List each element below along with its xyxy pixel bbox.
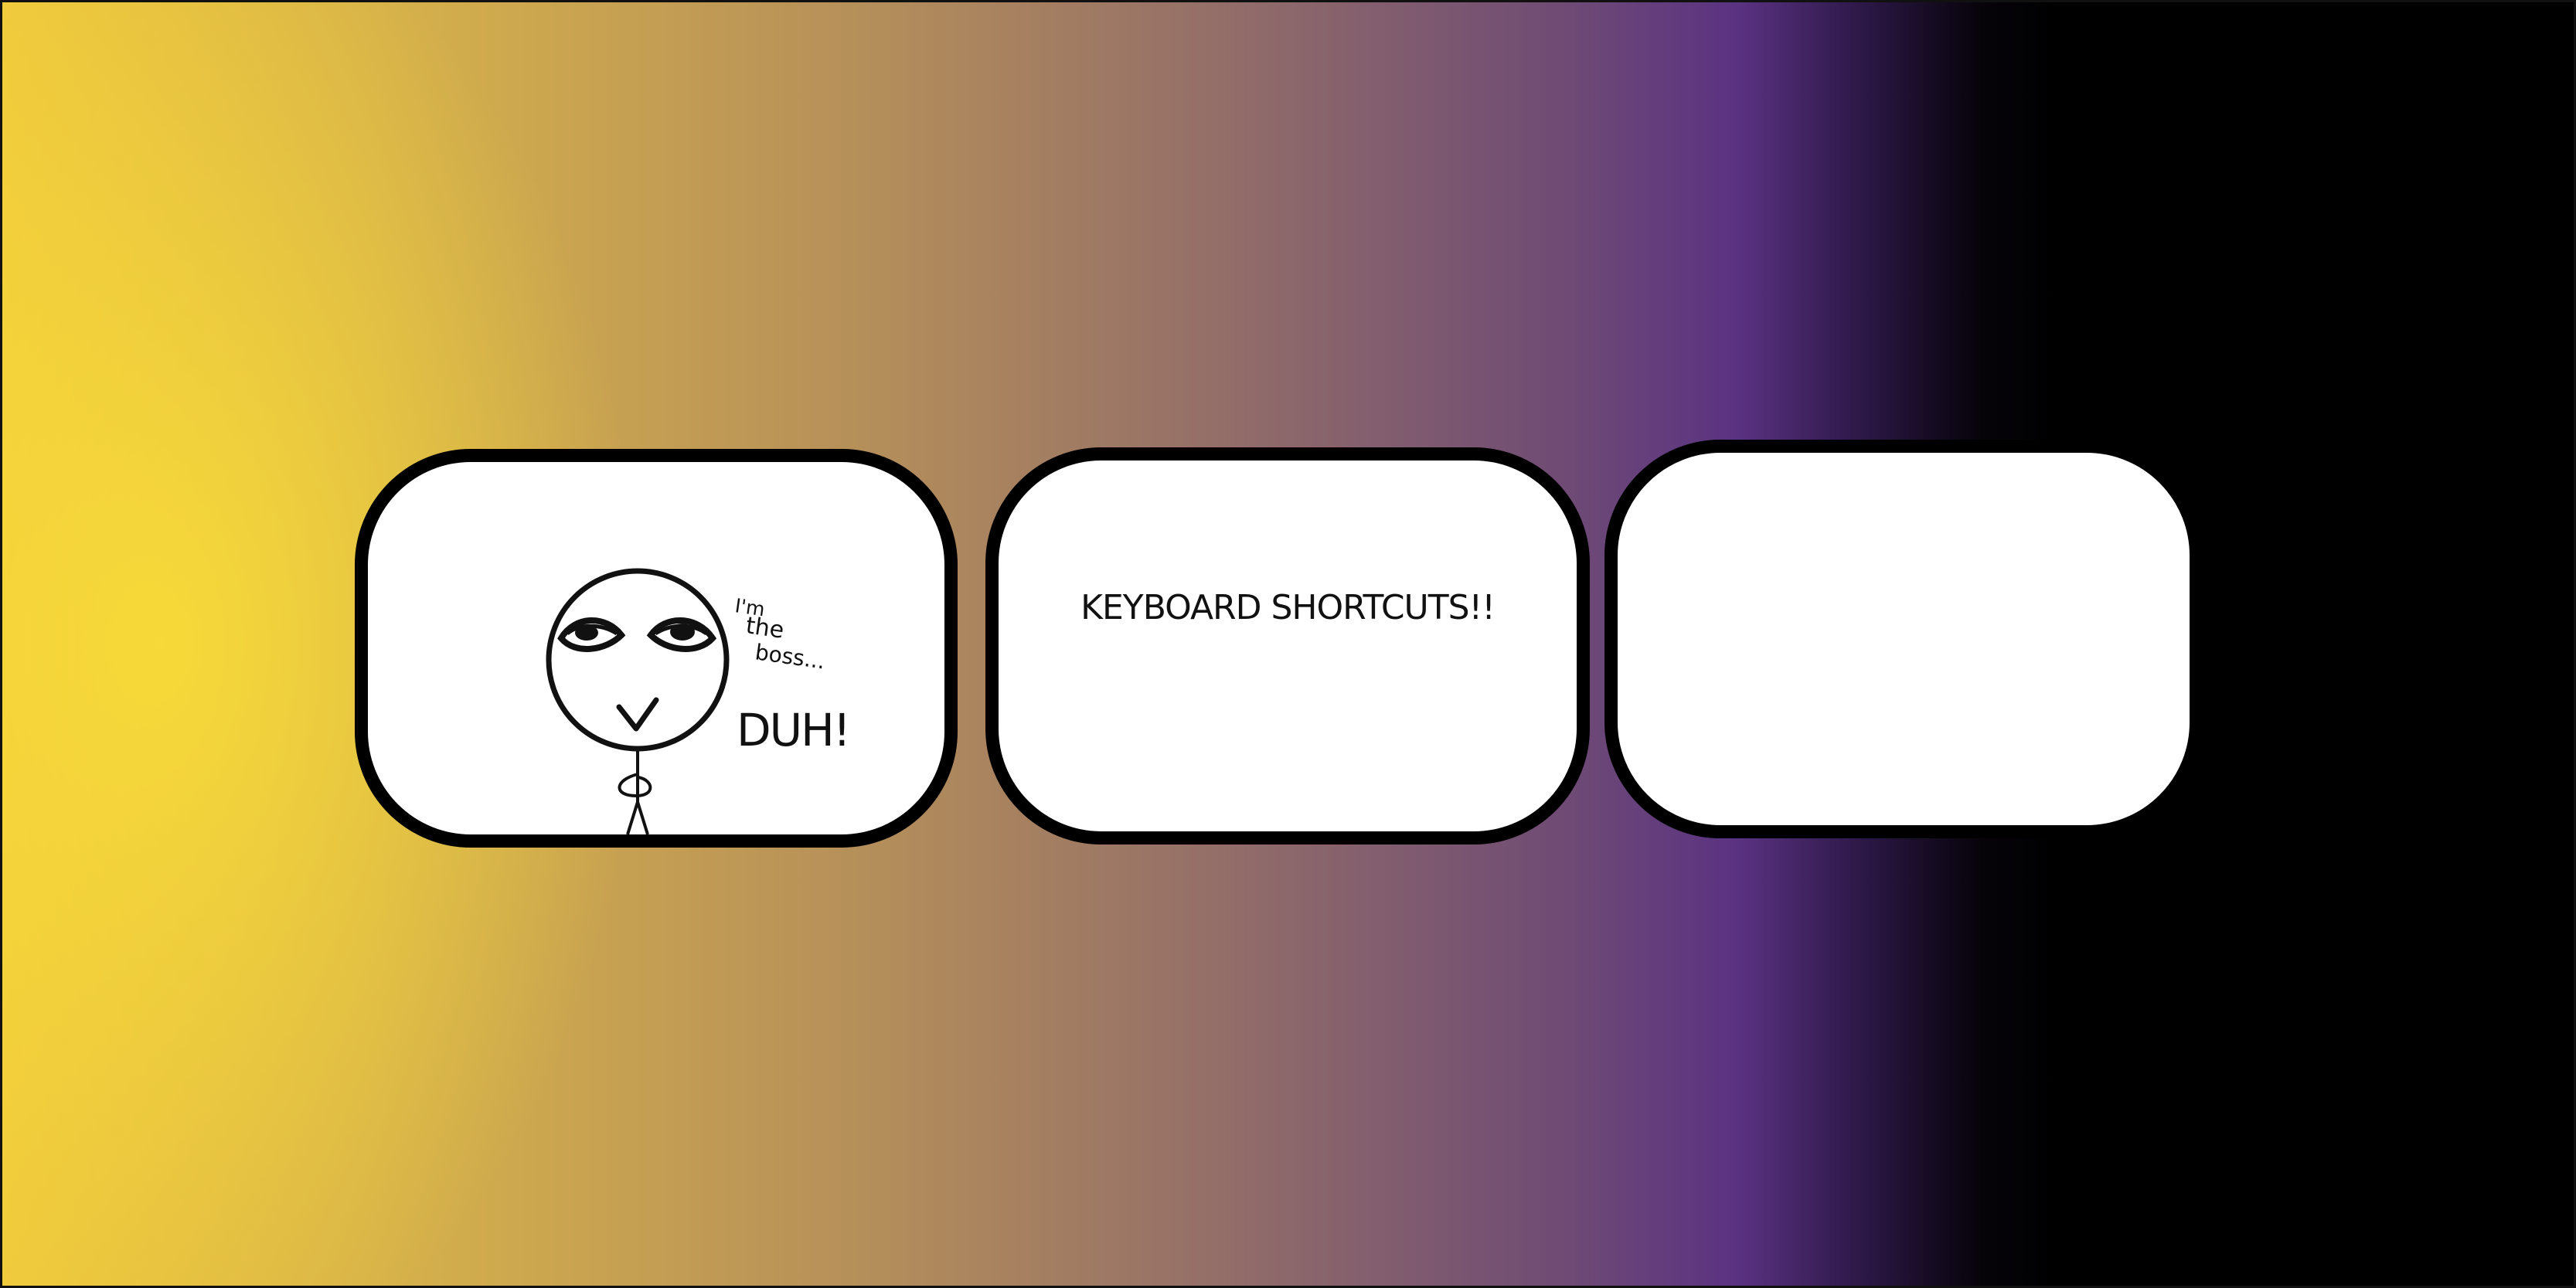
speech-exclamation: DUH!	[737, 704, 849, 756]
boss-comic-panel: I'm the boss... DUH!	[355, 449, 958, 848]
speech-line-3: boss...	[754, 639, 826, 674]
stick-figure-arms	[618, 773, 652, 798]
stick-figure-boss-illustration: I'm the boss... DUH!	[546, 568, 851, 834]
stick-figure-legs	[626, 801, 649, 834]
keyboard-shortcuts-panel: KEYBOARD SHORTCUTS!!	[985, 447, 1590, 845]
panel-title: KEYBOARD SHORTCUTS!!	[1080, 588, 1496, 627]
left-eye-icon	[557, 617, 626, 652]
right-eye-icon	[646, 617, 717, 652]
blank-panel	[1604, 440, 2203, 838]
comic-strip-canvas: I'm the boss... DUH! KEYBOARD SHORTCUTS!…	[0, 0, 2576, 1288]
speech-line-2: the	[744, 612, 786, 644]
